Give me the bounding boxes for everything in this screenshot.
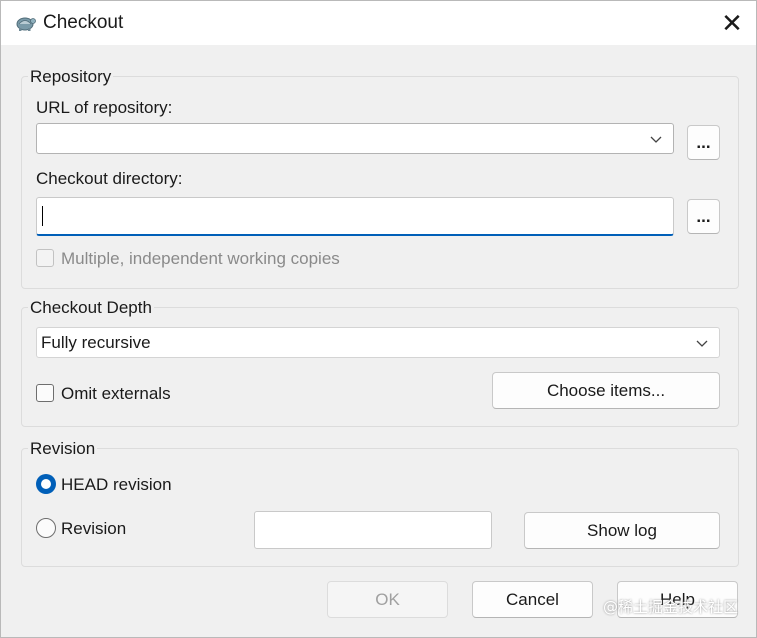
revision-group [21, 448, 739, 567]
title-bar: Checkout ✕ [1, 1, 756, 45]
window-title: Checkout [43, 12, 124, 33]
chevron-down-icon[interactable] [649, 134, 663, 144]
close-icon: ✕ [721, 7, 743, 38]
omit-externals-checkbox[interactable] [36, 384, 54, 402]
omit-externals-label: Omit externals [61, 384, 171, 403]
chevron-down-icon[interactable] [695, 338, 709, 348]
checkout-depth-group-label: Checkout Depth [28, 298, 154, 318]
checkout-dir-input[interactable] [36, 197, 674, 236]
checkout-dir-label: Checkout directory: [36, 169, 183, 188]
url-label: URL of repository: [36, 98, 173, 117]
close-button[interactable]: ✕ [708, 1, 756, 45]
multiple-working-copies-checkbox[interactable] [36, 249, 54, 267]
revision-label: Revision [61, 519, 127, 538]
head-revision-radio[interactable] [36, 474, 56, 494]
dir-browse-button[interactable]: ... [687, 199, 720, 234]
ok-button[interactable]: OK [327, 581, 448, 618]
checkout-dialog: Checkout ✕ Repository URL of repository:… [0, 0, 757, 638]
text-caret [42, 206, 43, 226]
checkout-depth-group [21, 307, 739, 427]
revision-radio[interactable] [36, 518, 56, 538]
show-log-button[interactable]: Show log [524, 512, 720, 549]
multiple-working-copies-label: Multiple, independent working copies [61, 249, 340, 268]
revision-input[interactable] [254, 511, 492, 549]
head-revision-label: HEAD revision [61, 475, 172, 494]
url-combobox[interactable] [36, 123, 674, 154]
watermark-text: @稀土掘金技术社区 [602, 598, 738, 616]
url-browse-button[interactable]: ... [687, 125, 720, 160]
tortoise-app-icon [16, 17, 36, 31]
cancel-button[interactable]: Cancel [472, 581, 593, 618]
depth-selected-value: Fully recursive [41, 333, 151, 352]
repository-group-label: Repository [28, 67, 114, 87]
revision-group-label: Revision [28, 439, 98, 459]
depth-select[interactable]: Fully recursive [36, 327, 720, 358]
choose-items-button[interactable]: Choose items... [492, 372, 720, 409]
